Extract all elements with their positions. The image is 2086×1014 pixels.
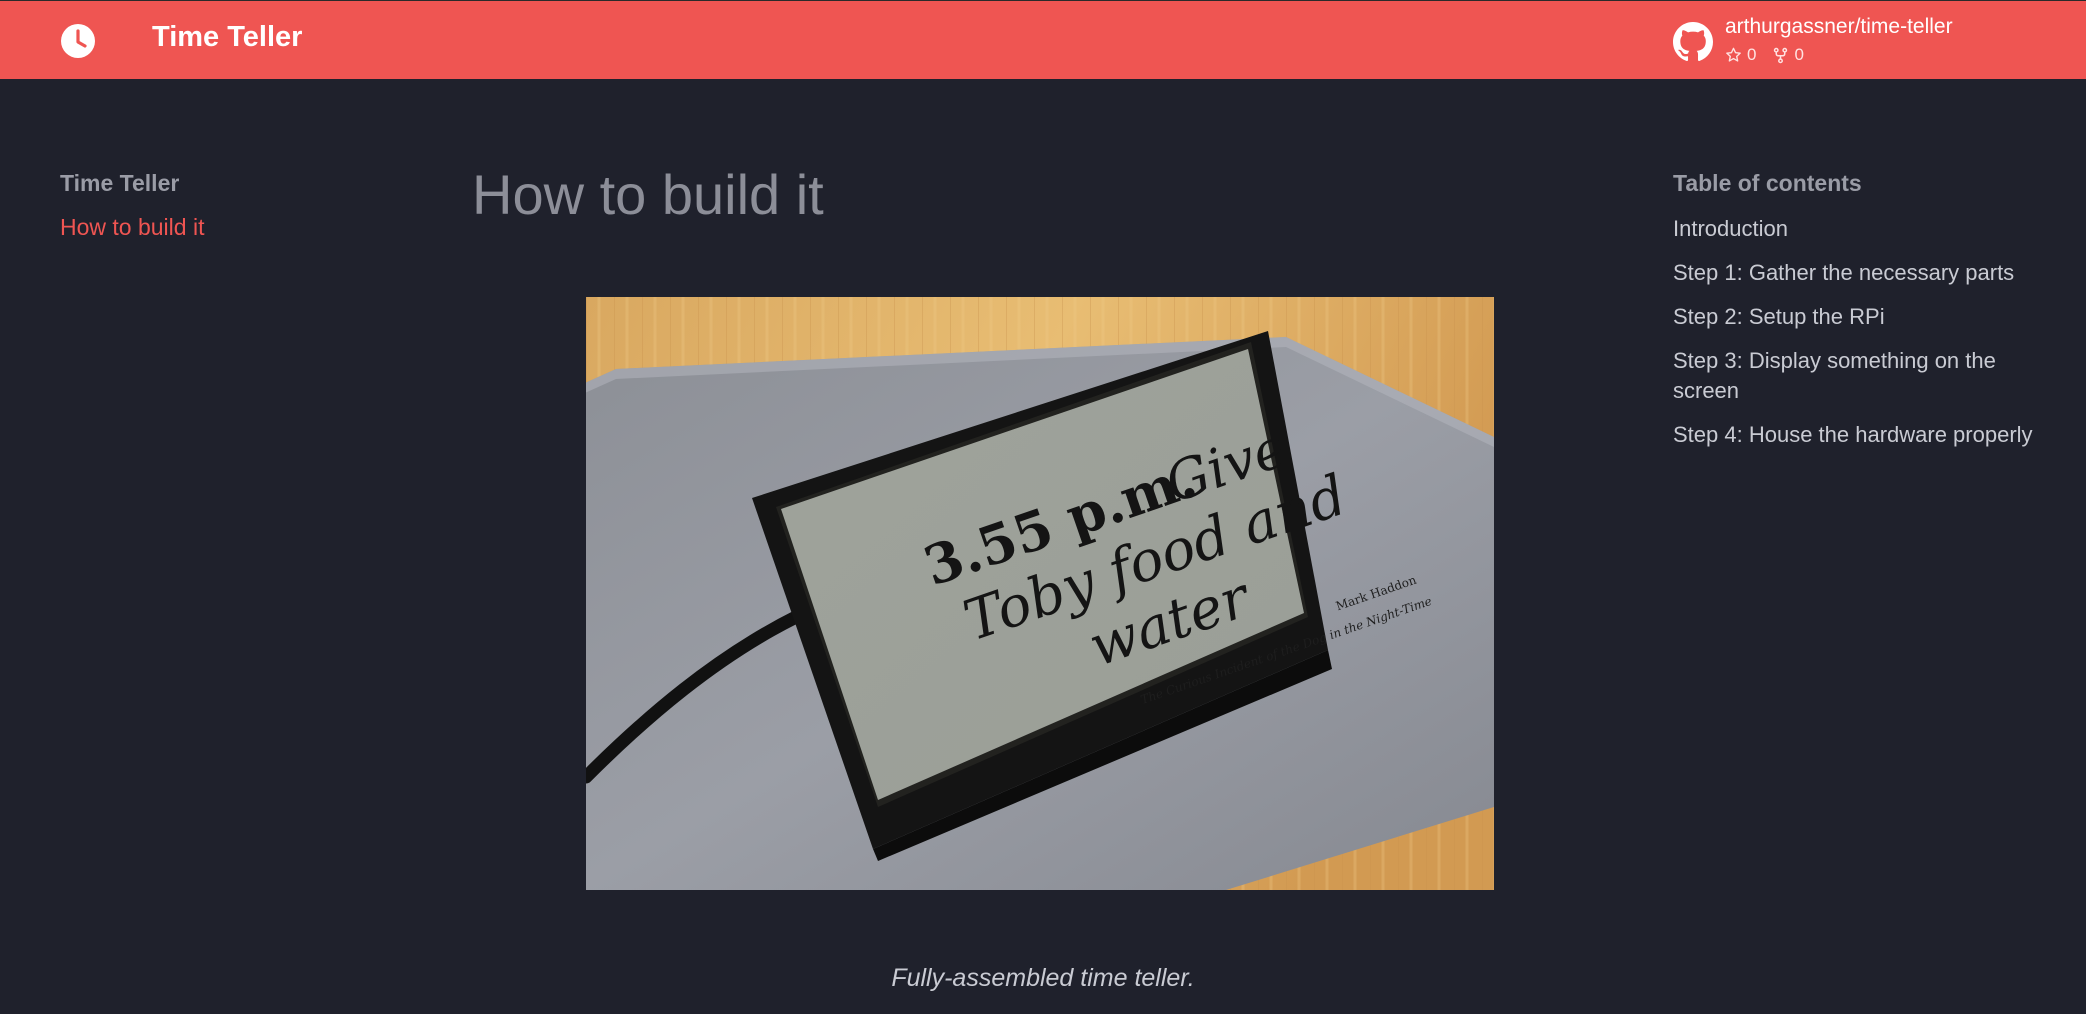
figure-caption: Fully-assembled time teller. <box>891 964 1195 992</box>
top-bar: Time Teller arthurgassner/time-teller 0 … <box>0 0 2086 79</box>
star-icon <box>1726 47 1741 62</box>
page-title: How to build it <box>472 163 824 226</box>
sidebar-item-how-to-build-it[interactable]: How to build it <box>60 214 204 241</box>
forks-value: 0 <box>1794 45 1804 64</box>
clock-icon[interactable] <box>60 23 96 59</box>
github-icon <box>1673 22 1713 62</box>
fork-icon <box>1774 47 1788 63</box>
toc-item-step-4[interactable]: Step 4: House the hardware properly <box>1673 420 2053 450</box>
forks-count: 0 <box>1772 45 1804 65</box>
site-title[interactable]: Time Teller <box>152 21 302 54</box>
toc-item-introduction[interactable]: Introduction <box>1673 214 2053 244</box>
repo-facts: 0 0 <box>1725 45 1804 65</box>
toc-item-step-1[interactable]: Step 1: Gather the necessary parts <box>1673 258 2053 288</box>
table-of-contents: Introduction Step 1: Gather the necessar… <box>1673 214 2053 464</box>
time-teller-photo: 3.55 p.m. Give Toby food and water The C… <box>586 297 1494 890</box>
stars-count: 0 <box>1725 45 1756 65</box>
toc-title: Table of contents <box>1673 170 1862 196</box>
toc-item-step-2[interactable]: Step 2: Setup the RPi <box>1673 302 2053 332</box>
sidebar-title[interactable]: Time Teller <box>60 170 179 197</box>
stars-value: 0 <box>1747 45 1757 64</box>
repo-name: arthurgassner/time-teller <box>1725 15 1953 38</box>
toc-item-step-3[interactable]: Step 3: Display something on the screen <box>1673 346 2053 406</box>
